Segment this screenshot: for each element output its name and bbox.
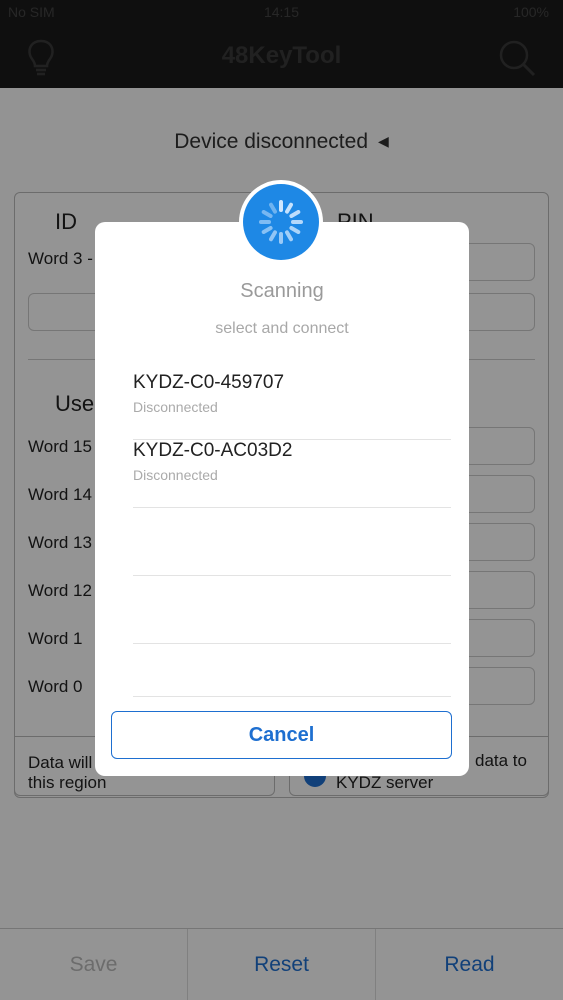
device-status-text: Disconnected xyxy=(133,467,218,483)
spinner-badge xyxy=(239,180,323,264)
list-item[interactable]: KYDZ-C0-AC03D2 Disconnected xyxy=(133,440,451,508)
empty-list-row xyxy=(133,629,451,697)
spinner-circle xyxy=(243,184,319,260)
empty-list-row xyxy=(133,508,451,576)
list-item[interactable]: KYDZ-C0-459707 Disconnected xyxy=(133,372,451,440)
device-name: KYDZ-C0-459707 xyxy=(133,372,285,393)
dialog-title: Scanning xyxy=(240,280,324,302)
loading-spinner-icon xyxy=(259,200,303,244)
dialog-subtitle: select and connect xyxy=(215,320,349,337)
row-divider xyxy=(133,696,451,697)
scan-dialog: Scanning select and connect KYDZ-C0-4597… xyxy=(95,222,469,776)
device-name: KYDZ-C0-AC03D2 xyxy=(133,440,293,461)
cancel-button[interactable]: Cancel xyxy=(111,711,452,759)
device-status-text: Disconnected xyxy=(133,399,218,415)
